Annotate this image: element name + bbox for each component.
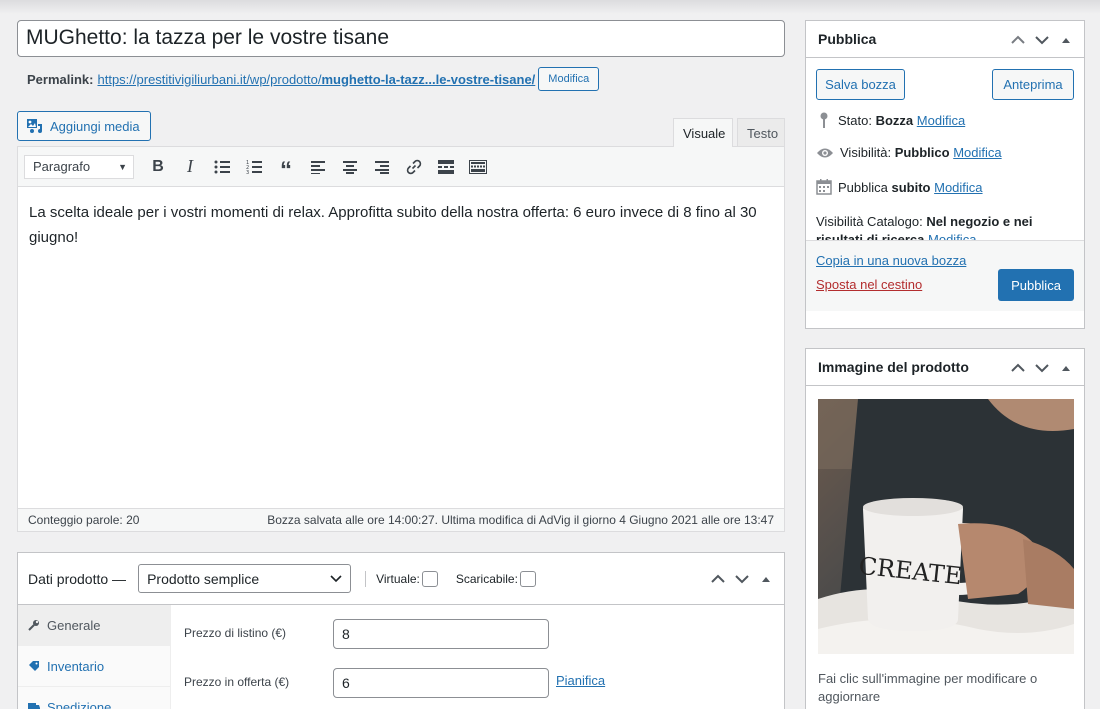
calendar-icon xyxy=(816,179,832,195)
word-count: Conteggio parole: 20 xyxy=(28,513,140,527)
post-title-input[interactable]: MUGhetto: la tazza per le vostre tisane xyxy=(17,20,785,57)
product-data-tabs: Generale Inventario Spedizione xyxy=(18,605,171,709)
media-icon xyxy=(27,119,42,133)
product-image-title: Immagine del prodotto xyxy=(818,359,969,375)
product-data-box: Dati prodotto — Prodotto semplice Virtua… xyxy=(17,552,785,709)
svg-text:3: 3 xyxy=(246,170,249,174)
save-draft-button[interactable]: Salva bozza xyxy=(816,69,905,100)
tab-general[interactable]: Generale xyxy=(18,605,170,646)
align-left-icon[interactable] xyxy=(302,151,334,183)
chevron-down-icon[interactable] xyxy=(734,574,750,584)
editor-statusbar: Conteggio parole: 20 Bozza salvata alle … xyxy=(18,508,784,531)
product-image[interactable]: CREATE xyxy=(818,399,1074,654)
bold-button[interactable]: B xyxy=(142,151,174,183)
publish-box: Pubblica Salva bozza Anteprima Stato: Bo… xyxy=(805,20,1085,329)
chevron-up-icon[interactable] xyxy=(1010,35,1026,45)
virtual-checkbox[interactable] xyxy=(421,570,438,587)
product-data-controls xyxy=(710,574,774,584)
add-media-label: Aggiungi media xyxy=(50,118,140,134)
product-data-header: Dati prodotto — Prodotto semplice Virtua… xyxy=(18,553,784,605)
product-type-select[interactable]: Prodotto semplice xyxy=(138,564,352,593)
editor-content[interactable]: La scelta ideale per i vostri momenti di… xyxy=(18,187,784,509)
publish-actions: Copia in una nuova bozza Sposta nel cest… xyxy=(806,240,1084,311)
tab-shipping[interactable]: Spedizione xyxy=(18,687,170,709)
preview-button[interactable]: Anteprima xyxy=(992,69,1074,100)
chevron-down-icon[interactable] xyxy=(1034,363,1050,373)
sale-price-label: Prezzo in offerta (€) xyxy=(184,675,290,689)
chevron-up-icon[interactable] xyxy=(1010,363,1026,373)
truck-icon xyxy=(28,703,40,709)
virtual-checkbox-label[interactable]: Virtuale: xyxy=(376,570,438,587)
read-more-icon[interactable] xyxy=(430,151,462,183)
align-center-icon[interactable] xyxy=(334,151,366,183)
image-help-text: Fai clic sull'immagine per modificare oa… xyxy=(818,671,1038,704)
divider xyxy=(365,570,367,587)
bullet-list-icon[interactable] xyxy=(206,151,238,183)
collapse-toggle-icon[interactable] xyxy=(1058,363,1074,373)
schedule-sale-link[interactable]: Pianifica xyxy=(556,673,605,688)
chevron-down-icon xyxy=(330,574,342,582)
pin-icon xyxy=(820,112,828,128)
publish-box-header: Pubblica xyxy=(806,21,1084,58)
downloadable-checkbox-label[interactable]: Scaricabile: xyxy=(456,570,536,587)
permalink-label: Permalink: xyxy=(27,71,94,87)
permalink-row: Permalink: https://prestitivigiliurbani.… xyxy=(27,67,600,91)
publish-button[interactable]: Pubblica xyxy=(998,269,1074,301)
chevron-down-icon[interactable] xyxy=(1034,35,1050,45)
visibility-edit-link[interactable]: Modifica xyxy=(953,145,1001,160)
visibility-row: Visibilità: Pubblico Modifica xyxy=(816,145,1002,160)
tab-text[interactable]: Testo xyxy=(737,118,785,147)
tab-visual[interactable]: Visuale xyxy=(673,118,733,147)
product-data-title: Dati prodotto — xyxy=(28,570,127,587)
permalink-edit-button[interactable]: Modifica xyxy=(538,67,600,91)
collapse-toggle-icon[interactable] xyxy=(758,574,774,584)
autosave-status: Bozza salvata alle ore 14:00:27. Ultima … xyxy=(267,513,774,527)
numbered-list-icon[interactable]: 123 xyxy=(238,151,270,183)
align-right-icon[interactable] xyxy=(366,151,398,183)
collapse-toggle-icon[interactable] xyxy=(1058,35,1074,45)
status-edit-link[interactable]: Modifica xyxy=(917,113,965,128)
add-media-button[interactable]: Aggiungi media xyxy=(17,111,151,141)
toolbar-toggle-icon[interactable] xyxy=(462,151,494,183)
italic-button[interactable]: I xyxy=(174,151,206,183)
chevron-down-icon: ▼ xyxy=(118,161,127,172)
format-select[interactable]: Paragrafo ▼ xyxy=(24,154,134,179)
publish-time-row: Pubblica subito Modifica xyxy=(816,179,983,195)
regular-price-label: Prezzo di listino (€) xyxy=(184,626,287,640)
publish-time-edit-link[interactable]: Modifica xyxy=(934,180,982,195)
wrench-icon xyxy=(28,620,39,631)
blockquote-icon[interactable]: “ xyxy=(270,151,302,184)
move-to-trash-link[interactable]: Sposta nel cestino xyxy=(816,277,922,292)
editor-toolbar: Paragrafo ▼ B I 123 “ xyxy=(18,147,784,187)
chevron-up-icon[interactable] xyxy=(710,574,726,584)
link-icon[interactable] xyxy=(398,151,430,183)
top-shadow xyxy=(0,0,1100,14)
downloadable-checkbox[interactable] xyxy=(519,570,536,587)
status-row: Stato: Bozza Modifica xyxy=(816,111,965,129)
permalink-link[interactable]: https://prestitivigiliurbani.it/wp/prodo… xyxy=(97,72,535,87)
tag-icon xyxy=(29,661,39,671)
regular-price-input[interactable]: 8 xyxy=(333,619,549,649)
tab-inventory[interactable]: Inventario xyxy=(18,646,170,687)
product-image-box: Immagine del prodotto CREATE Fai clic su… xyxy=(805,348,1085,709)
copy-to-draft-link[interactable]: Copia in una nuova bozza xyxy=(816,253,966,268)
product-image-header: Immagine del prodotto xyxy=(806,349,1084,386)
publish-box-title: Pubblica xyxy=(818,31,877,47)
sale-price-input[interactable]: 6 xyxy=(333,668,549,698)
eye-icon xyxy=(817,148,833,157)
content-editor: Paragrafo ▼ B I 123 “ La scelta ideale p… xyxy=(17,146,785,532)
